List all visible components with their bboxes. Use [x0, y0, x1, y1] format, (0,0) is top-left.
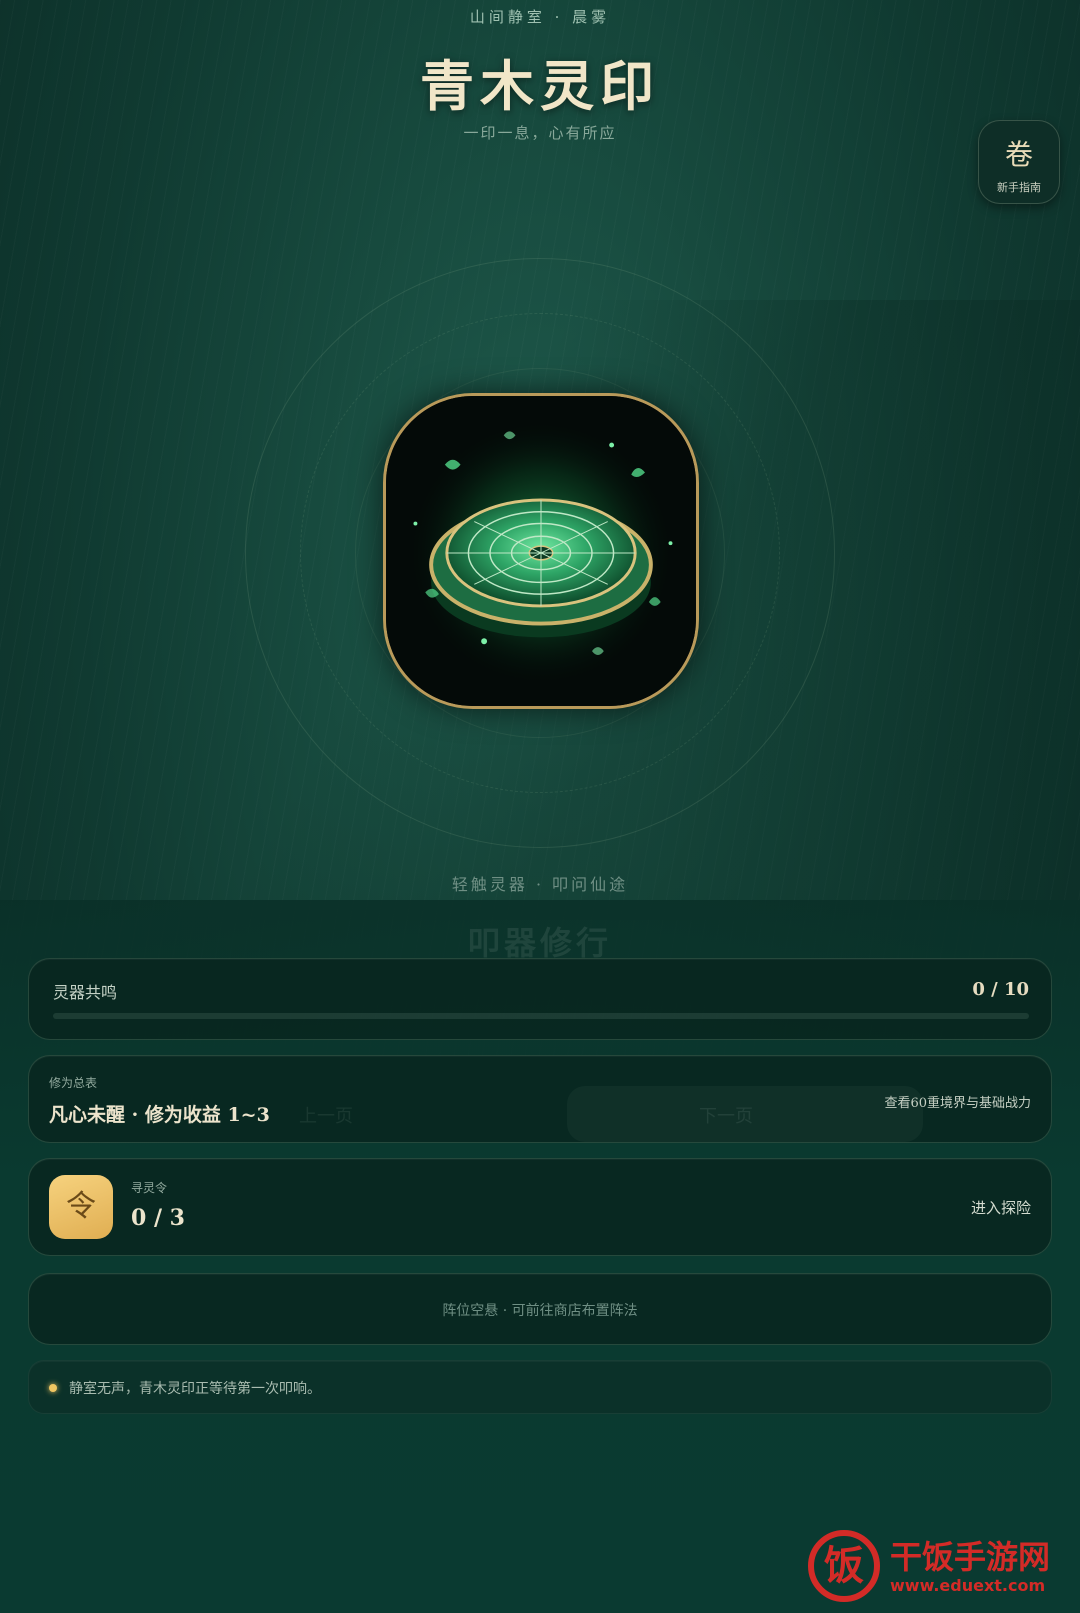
- cultivation-panel: 上一页 下一页 修为总表 凡心未醒 · 修为收益 1~3 查看60重境界与基础战…: [28, 1055, 1052, 1143]
- formation-panel[interactable]: 阵位空悬 · 可前往商店布置阵法: [28, 1273, 1052, 1345]
- enter-adventure-link[interactable]: 进入探险: [971, 1197, 1031, 1218]
- resonance-label: 灵器共鸣: [53, 983, 118, 1002]
- location-subtitle: 山间静室 · 晨雾: [469, 8, 611, 26]
- resonance-progress-bar: [53, 1013, 1029, 1019]
- view-realms-link[interactable]: 查看60重境界与基础战力: [884, 1092, 1031, 1111]
- cultivation-label: 修为总表: [49, 1076, 98, 1090]
- watermark-url: www.eduext.com: [890, 1576, 1046, 1595]
- guide-button-label: 新手指南: [997, 181, 1041, 194]
- cultivation-value: 凡心未醒 · 修为收益 1~3: [49, 1104, 270, 1126]
- resonance-panel: 灵器共鸣 0 / 10: [28, 958, 1052, 1040]
- page-tagline: 一印一息，心有所应: [463, 124, 617, 142]
- watermark-logo: 饭: [808, 1530, 880, 1602]
- jade-seal-icon: [386, 396, 696, 706]
- ghost-next-label: 下一页: [699, 1106, 753, 1127]
- watermark-name: 干饭手游网: [890, 1538, 1051, 1576]
- scroll-icon: 卷: [1004, 138, 1033, 171]
- page-title: 青木灵印: [420, 54, 660, 118]
- token-label: 寻灵令: [131, 1181, 168, 1195]
- token-count: 0 / 3: [131, 1205, 185, 1231]
- seal-hint: 轻触灵器 · 叩问仙途: [451, 875, 629, 894]
- log-indicator-dot: [49, 1384, 57, 1392]
- seal-artifact-button[interactable]: [383, 393, 699, 709]
- token-icon: 令: [49, 1175, 113, 1239]
- ghost-prev-label: 上一页: [299, 1106, 353, 1127]
- formation-status: 阵位空悬 · 可前往商店布置阵法: [442, 1303, 638, 1319]
- resonance-count: 0 / 10: [972, 979, 1029, 1000]
- token-panel: 令 寻灵令 0 / 3 进入探险: [28, 1158, 1052, 1256]
- log-message: 静室无声，青木灵印正等待第一次叩响。: [69, 1381, 321, 1397]
- guide-button[interactable]: 卷 新手指南: [978, 120, 1060, 204]
- log-panel: 静室无声，青木灵印正等待第一次叩响。: [28, 1360, 1052, 1414]
- site-watermark: 饭 干饭手游网 www.eduext.com: [808, 1530, 1068, 1610]
